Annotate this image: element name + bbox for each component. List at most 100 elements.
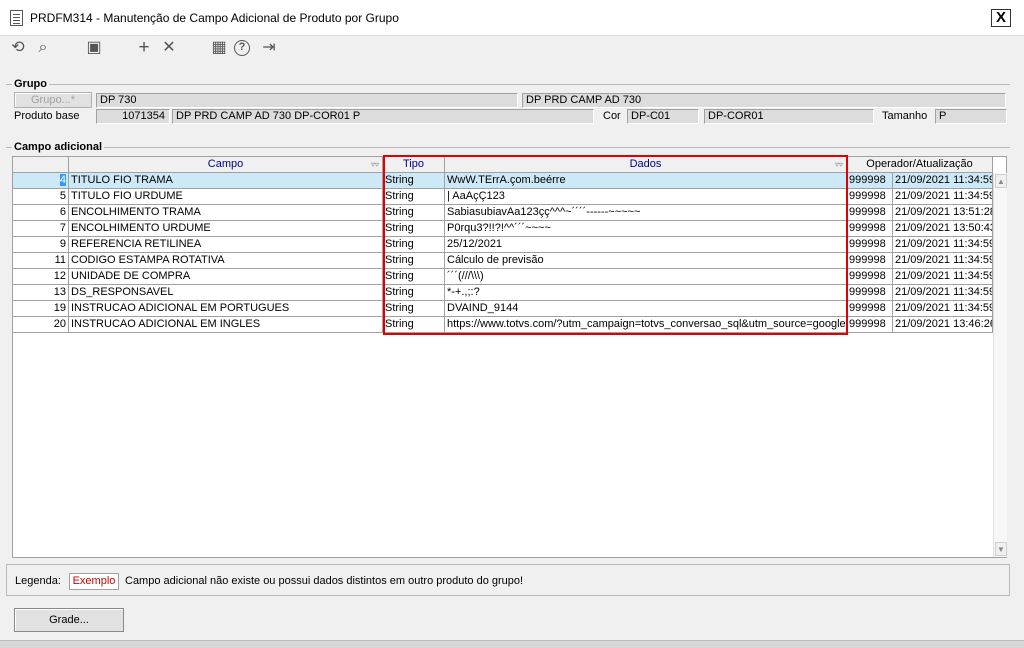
atualizacao-cell[interactable]: 21/09/2021 11:34:59 <box>893 189 993 205</box>
table-row[interactable]: 4 TITULO FIO TRAMA String WwW.TErrA.çom.beé… <box>13 173 993 189</box>
dados-cell[interactable]: Cálculo de previsão <box>445 253 847 269</box>
tipo-cell[interactable]: String <box>383 189 445 205</box>
search-icon[interactable]: ⌕ <box>33 38 53 58</box>
tipo-cell[interactable]: String <box>383 237 445 253</box>
dados-cell[interactable]: https://www.totvs.com/?utm_campaign=totv… <box>445 317 847 333</box>
dados-cell[interactable]: 25/12/2021 <box>445 237 847 253</box>
dados-column-header[interactable]: Dados ▿▿ <box>445 157 847 173</box>
grupo-description-field[interactable]: DP PRD CAMP AD 730 <box>522 93 1006 108</box>
legend-text: Campo adicional não existe ou possui dad… <box>125 575 524 587</box>
grupo-section-title: Grupo <box>12 78 49 90</box>
campo-cell[interactable]: TITULO FIO URDUME <box>69 189 383 205</box>
operador-cell[interactable]: 999998 <box>847 237 893 253</box>
calendar-icon[interactable]: ▦ <box>209 38 229 58</box>
tipo-column-header[interactable]: Tipo <box>383 157 445 173</box>
row-number-cell[interactable]: 4 <box>13 173 69 189</box>
scroll-down-icon[interactable]: ▼ <box>995 542 1007 556</box>
tipo-cell[interactable]: String <box>383 285 445 301</box>
produto-code-field[interactable]: 1071354 <box>96 109 170 124</box>
dados-cell[interactable]: P0rqu3?!!?!^^´´´~~~~ <box>445 221 847 237</box>
cor-code-field[interactable]: DP-C01 <box>627 109 699 124</box>
atualizacao-cell[interactable]: 21/09/2021 11:34:59 <box>893 269 993 285</box>
dados-cell[interactable]: *-+.,;:? <box>445 285 847 301</box>
refresh-icon[interactable]: ⟲ <box>8 38 28 58</box>
grupo-code-field[interactable]: DP 730 <box>96 93 518 108</box>
tipo-cell[interactable]: String <box>383 221 445 237</box>
campo-cell[interactable]: TITULO FIO TRAMA <box>69 173 383 189</box>
table-row[interactable]: 11 CODIGO ESTAMPA ROTATIVA String Cálculo d… <box>13 253 993 269</box>
table-row[interactable]: 19 INSTRUCAO ADICIONAL EM PORTUGUES String… <box>13 301 993 317</box>
operador-cell[interactable]: 999998 <box>847 285 893 301</box>
row-number-cell[interactable]: 13 <box>13 285 69 301</box>
dados-cell[interactable]: ´´´(///\\\) <box>445 269 847 285</box>
tipo-cell[interactable]: String <box>383 317 445 333</box>
campo-cell[interactable]: INSTRUCAO ADICIONAL EM INGLES <box>69 317 383 333</box>
operador-cell[interactable]: 999998 <box>847 189 893 205</box>
campo-cell[interactable]: CODIGO ESTAMPA ROTATIVA <box>69 253 383 269</box>
table-row[interactable]: 9 REFERENCIA RETILINEA String 25/12/2021 999… <box>13 237 993 253</box>
tamanho-field[interactable]: P <box>935 109 1007 124</box>
table-row[interactable]: 7 ENCOLHIMENTO URDUME String P0rqu3?!!?!^^´… <box>13 221 993 237</box>
campo-cell[interactable]: DS_RESPONSAVEL <box>69 285 383 301</box>
atualizacao-cell[interactable]: 21/09/2021 11:34:59 <box>893 301 993 317</box>
campo-column-header[interactable]: Campo ▿▿ <box>69 157 383 173</box>
dados-cell[interactable]: DVAIND_9144 <box>445 301 847 317</box>
table-row[interactable]: 12 UNIDADE DE COMPRA String ´´´(///\\\) 9999… <box>13 269 993 285</box>
atualizacao-cell[interactable]: 21/09/2021 13:51:28 <box>893 205 993 221</box>
grade-button[interactable]: Grade... <box>14 608 124 632</box>
table-row[interactable]: 6 ENCOLHIMENTO TRAMA String SabiasubiavAa1… <box>13 205 993 221</box>
campo-cell[interactable]: REFERENCIA RETILINEA <box>69 237 383 253</box>
atualizacao-cell[interactable]: 21/09/2021 11:34:59 <box>893 253 993 269</box>
dados-cell[interactable]: SabiasubiavAa123çç^^^~´´´´------~~~~~ <box>445 205 847 221</box>
row-number-cell[interactable]: 7 <box>13 221 69 237</box>
sort-icon[interactable]: ▿▿ <box>835 157 843 172</box>
operador-cell[interactable]: 999998 <box>847 221 893 237</box>
row-number-cell[interactable]: 12 <box>13 269 69 285</box>
close-button[interactable]: X <box>991 9 1011 27</box>
add-icon[interactable]: + <box>134 38 154 58</box>
save-icon[interactable]: ▣ <box>84 38 104 58</box>
row-number-cell[interactable]: 19 <box>13 301 69 317</box>
dados-cell[interactable]: | AaAçÇ123 <box>445 189 847 205</box>
dados-cell[interactable]: WwW.TErrA.çom.beérre <box>445 173 847 189</box>
produto-description-field[interactable]: DP PRD CAMP AD 730 DP-COR01 P <box>172 109 594 124</box>
atualizacao-cell[interactable]: 21/09/2021 11:34:59 <box>893 173 993 189</box>
delete-icon[interactable]: ✕ <box>159 38 179 58</box>
table-row[interactable]: 13 DS_RESPONSAVEL String *-+.,;:? 999998 21/0… <box>13 285 993 301</box>
row-number-cell[interactable]: 6 <box>13 205 69 221</box>
campo-cell[interactable]: INSTRUCAO ADICIONAL EM PORTUGUES <box>69 301 383 317</box>
atualizacao-cell[interactable]: 21/09/2021 13:50:43 <box>893 221 993 237</box>
help-icon[interactable]: ? <box>234 40 250 56</box>
operador-cell[interactable]: 999998 <box>847 317 893 333</box>
cor-description-field[interactable]: DP-COR01 <box>704 109 874 124</box>
campo-cell[interactable]: UNIDADE DE COMPRA <box>69 269 383 285</box>
tipo-cell[interactable]: String <box>383 269 445 285</box>
row-number-cell[interactable]: 9 <box>13 237 69 253</box>
operador-cell[interactable]: 999998 <box>847 173 893 189</box>
row-number-cell[interactable]: 11 <box>13 253 69 269</box>
tipo-cell[interactable]: String <box>383 205 445 221</box>
table-row[interactable]: 5 TITULO FIO URDUME String | AaAçÇ123 999998… <box>13 189 993 205</box>
operador-cell[interactable]: 999998 <box>847 301 893 317</box>
row-number-cell[interactable]: 20 <box>13 317 69 333</box>
atualizacao-cell[interactable]: 21/09/2021 11:34:59 <box>893 285 993 301</box>
scroll-up-icon[interactable]: ▲ <box>995 174 1007 188</box>
campo-cell[interactable]: ENCOLHIMENTO URDUME <box>69 221 383 237</box>
row-number-cell[interactable]: 5 <box>13 189 69 205</box>
sort-icon[interactable]: ▿▿ <box>371 157 379 172</box>
operador-cell[interactable]: 999998 <box>847 269 893 285</box>
tipo-cell[interactable]: String <box>383 173 445 189</box>
table-row[interactable]: 20 INSTRUCAO ADICIONAL EM INGLES String htt… <box>13 317 993 333</box>
grupo-button[interactable]: Grupo...* <box>14 92 92 108</box>
campo-cell[interactable]: ENCOLHIMENTO TRAMA <box>69 205 383 221</box>
operador-column-header[interactable]: Operador/Atualização <box>847 157 993 173</box>
operador-cell[interactable]: 999998 <box>847 253 893 269</box>
vertical-scrollbar[interactable]: ▲ ▼ <box>993 173 1007 557</box>
atualizacao-cell[interactable]: 21/09/2021 13:46:26 <box>893 317 993 333</box>
tipo-cell[interactable]: String <box>383 301 445 317</box>
atualizacao-cell[interactable]: 21/09/2021 11:34:59 <box>893 237 993 253</box>
tipo-cell[interactable]: String <box>383 253 445 269</box>
exit-icon[interactable]: ⇥ <box>259 38 279 58</box>
campo-grid[interactable]: Campo ▿▿ Tipo Dados ▿▿ Operador/Atualiza… <box>12 156 1007 558</box>
operador-cell[interactable]: 999998 <box>847 205 893 221</box>
